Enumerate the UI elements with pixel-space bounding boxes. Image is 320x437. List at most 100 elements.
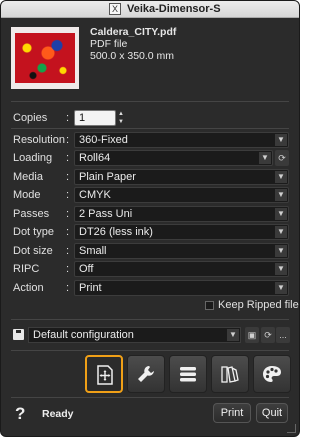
chevron-down-icon: ▼ — [275, 171, 287, 183]
action-value: Print — [79, 282, 102, 294]
dot-type-label: Dot type — [13, 226, 54, 238]
colon: : — [66, 171, 70, 183]
chevron-down-icon: ▼ — [259, 152, 271, 164]
refresh-config-icon[interactable]: ⟳ — [261, 327, 275, 343]
chevron-down-icon: ▼ — [227, 329, 239, 341]
quit-button[interactable]: Quit — [256, 403, 288, 423]
app-window: X Veika-Dimensor-S Caldera_CITY.pdf PDF … — [0, 0, 300, 437]
colon: : — [66, 112, 70, 124]
loading-label: Loading — [13, 152, 53, 164]
resolution-label: Resolution — [13, 134, 65, 146]
ripc-row: RIPC : Off ▼ — [11, 261, 291, 277]
dot-size-select[interactable]: Small ▼ — [74, 243, 289, 259]
ripc-label: RIPC — [13, 263, 40, 275]
preview-thumbnail — [15, 33, 75, 83]
passes-value: 2 Pass Uni — [79, 208, 133, 220]
file-type: PDF file — [90, 38, 128, 50]
app-icon: X — [109, 3, 121, 15]
swatch-tool-button[interactable] — [211, 355, 249, 393]
mode-row: Mode : CMYK ▼ — [11, 187, 291, 203]
resolution-select[interactable]: 360-Fixed ▼ — [74, 132, 289, 148]
chevron-down-icon: ▼ — [275, 245, 287, 257]
resolution-value: 360-Fixed — [79, 134, 128, 146]
placement-icon — [97, 365, 113, 385]
save-config-icon[interactable]: ▣ — [245, 327, 259, 343]
configuration-row: Default configuration ▼ ▣ ⟳ ... — [11, 327, 290, 343]
passes-label: Passes — [13, 208, 50, 220]
file-name: Caldera_CITY.pdf — [90, 26, 177, 38]
dot-size-label: Dot size — [13, 245, 53, 257]
colon: : — [66, 208, 70, 220]
configuration-value: Default configuration — [33, 329, 134, 341]
chevron-down-icon: ▼ — [275, 263, 287, 275]
copies-stepper[interactable]: ▲ ▼ — [117, 110, 125, 126]
media-label: Media — [13, 171, 43, 183]
refresh-icon[interactable]: ⟳ — [275, 150, 289, 166]
list-tool-button[interactable] — [169, 355, 207, 393]
file-preview — [11, 27, 79, 89]
chevron-down-icon: ▼ — [275, 226, 287, 238]
passes-row: Passes : 2 Pass Uni ▼ — [11, 206, 291, 222]
keep-ripped-label: Keep Ripped file — [218, 299, 299, 311]
title-bar: X Veika-Dimensor-S — [1, 1, 299, 18]
action-select[interactable]: Print ▼ — [74, 280, 289, 296]
colon: : — [66, 245, 70, 257]
list-icon — [180, 367, 196, 382]
loading-select[interactable]: Roll64 ▼ — [74, 150, 273, 166]
mode-select[interactable]: CMYK ▼ — [74, 187, 289, 203]
divider — [11, 350, 289, 351]
media-select[interactable]: Plain Paper ▼ — [74, 169, 289, 185]
keep-ripped-checkbox[interactable] — [205, 301, 214, 310]
divider — [11, 128, 289, 129]
dot-type-row: Dot type : DT26 (less ink) ▼ — [11, 224, 291, 240]
configuration-select[interactable]: Default configuration ▼ — [28, 327, 241, 343]
file-size: 500.0 x 350.0 mm — [90, 50, 175, 62]
colon: : — [66, 226, 70, 238]
chevron-down-icon: ▼ — [275, 282, 287, 294]
media-value: Plain Paper — [79, 171, 136, 183]
footer: ? Ready Print Quit — [1, 401, 299, 431]
colon: : — [66, 134, 70, 146]
file-info: Caldera_CITY.pdf PDF file 500.0 x 350.0 … — [90, 26, 176, 62]
action-row: Action : Print ▼ — [11, 280, 291, 296]
chevron-down-icon: ▼ — [275, 208, 287, 220]
colon: : — [66, 263, 70, 275]
print-button[interactable]: Print — [213, 403, 251, 423]
mode-value: CMYK — [79, 189, 111, 201]
colon: : — [66, 152, 70, 164]
action-label: Action — [13, 282, 44, 294]
dot-size-value: Small — [79, 245, 107, 257]
palette-icon — [263, 366, 281, 382]
copies-row: Copies : 1 ▲ ▼ — [11, 110, 291, 126]
resolution-row: Resolution : 360-Fixed ▼ — [11, 132, 291, 148]
mode-label: Mode — [13, 189, 41, 201]
status-text: Ready — [42, 408, 74, 420]
ripc-value: Off — [79, 263, 94, 275]
passes-select[interactable]: 2 Pass Uni ▼ — [74, 206, 289, 222]
chevron-down-icon: ▼ — [275, 189, 287, 201]
ripc-select[interactable]: Off ▼ — [74, 261, 289, 277]
swatch-icon — [221, 366, 239, 383]
resize-grip-icon[interactable] — [287, 424, 296, 433]
copies-input[interactable]: 1 — [74, 110, 116, 126]
window-title: Veika-Dimensor-S — [127, 3, 221, 15]
dot-type-value: DT26 (less ink) — [79, 226, 153, 238]
divider — [11, 319, 289, 320]
loading-value: Roll64 — [79, 152, 111, 164]
loading-row: Loading : Roll64 ▼ ⟳ — [11, 150, 291, 166]
configuration-icon — [13, 329, 24, 340]
colon: : — [66, 189, 70, 201]
settings-tool-button[interactable] — [127, 355, 165, 393]
help-icon[interactable]: ? — [15, 404, 25, 424]
placement-tool-button[interactable] — [85, 355, 123, 393]
palette-tool-button[interactable] — [253, 355, 291, 393]
copies-label: Copies — [13, 112, 48, 124]
media-row: Media : Plain Paper ▼ — [11, 169, 291, 185]
more-config-button[interactable]: ... — [276, 327, 290, 343]
colon: : — [66, 282, 70, 294]
dot-size-row: Dot size : Small ▼ — [11, 243, 291, 259]
wrench-icon — [138, 366, 154, 382]
divider — [11, 101, 289, 102]
chevron-down-icon: ▼ — [275, 134, 287, 146]
dot-type-select[interactable]: DT26 (less ink) ▼ — [74, 224, 289, 240]
